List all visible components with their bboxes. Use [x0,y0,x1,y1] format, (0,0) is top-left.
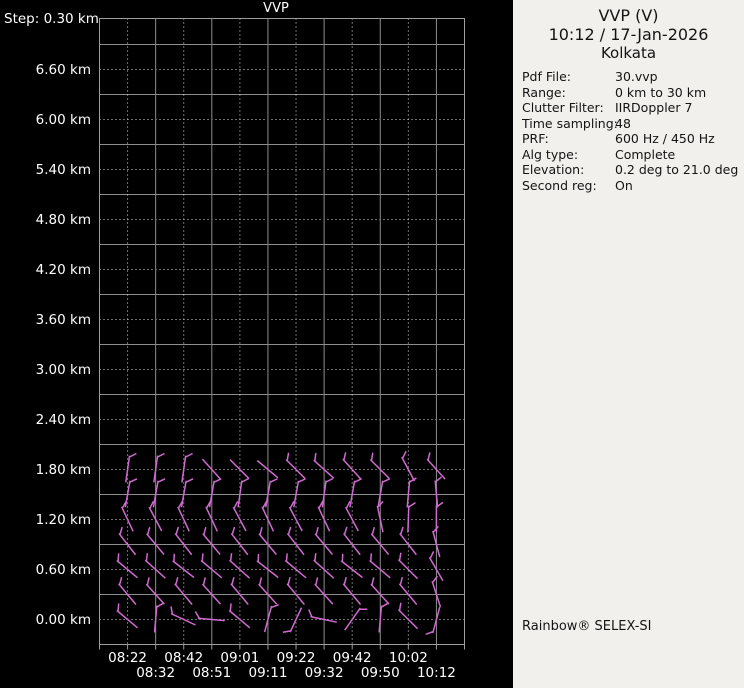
wind-barb [425,606,441,636]
axis-ticks [99,644,465,650]
y-axis-label: 2.40 km [35,411,91,428]
info-label: Second reg: [522,177,597,193]
y-axis-label: 3.60 km [35,311,91,328]
y-axis-label: 0.00 km [35,611,91,628]
panel-title: VVP (V) [598,6,659,25]
wind-barb [308,609,337,623]
wind-barb [152,478,166,508]
y-axis-label: 6.60 km [35,61,91,78]
info-value: 48 [615,115,631,131]
x-axis-label: 09:42 [332,650,372,666]
wind-barb [170,606,196,626]
x-axis-label: 09:22 [276,650,316,666]
info-value: IIRDoppler 7 [615,100,693,115]
x-axis-label: 09:32 [304,665,344,681]
wind-barb [377,478,391,508]
grid-layer [99,18,465,645]
vvp-plot [99,18,465,650]
chart-title: VVP [263,1,289,16]
x-axis-label: 10:12 [416,665,456,681]
app-window: Step: 0.30 km VVP 6.60 km 6.00 km 5.40 km 4… [0,0,744,688]
y-axis-label: 6.00 km [35,111,91,128]
info-label: Range: [522,84,566,100]
wind-barb [340,553,363,579]
info-row: Second reg: On [522,178,740,194]
wind-barb [180,478,194,508]
info-label: Elevation: [522,162,585,177]
y-axis-label: 4.20 km [35,261,91,278]
x-axis-label: 08:22 [108,650,148,666]
wind-barb [124,478,138,508]
y-axis-label: 1.20 km [35,511,91,528]
wind-barb [125,452,137,483]
y-axis-label: 4.80 km [35,211,91,228]
info-label: Clutter Filter: [522,100,604,115]
info-label: PRF: [522,131,549,146]
x-axis-label: 09:11 [248,665,288,681]
info-value: Complete [615,146,676,162]
y-axis-label: 5.40 km [35,161,91,178]
info-row: Pdf File: 30.vvp [522,69,740,85]
wind-barb [263,603,279,633]
x-axis-label: 10:02 [388,650,428,666]
y-axis-label: 3.00 km [35,361,91,378]
wind-barbs-layer [116,450,446,636]
info-row: Range: 0 km to 30 km [522,85,740,101]
info-label: Time sampling: [522,115,618,131]
x-axis-label: 08:42 [164,650,204,666]
wind-barb [293,478,306,508]
wind-barb [349,478,362,508]
y-axis-label: 0.60 km [35,561,91,578]
x-axis-label: 09:50 [360,665,400,681]
wind-barb [208,478,222,508]
x-axis-label: 08:32 [136,665,176,681]
info-value: 600 Hz / 450 Hz [615,131,715,146]
wind-barb [229,459,250,480]
wind-barb [407,502,416,533]
info-row: Alg type: Complete [522,147,740,163]
panel-datetime: 10:12 / 17-Jan-2026 [548,25,709,44]
info-value: 0.2 deg to 21.0 deg [615,162,739,177]
info-value: 30.vvp [615,69,658,84]
wind-barb [264,478,278,508]
panel-site: Kolkata [600,44,657,62]
panel-header: VVP (V) 10:12 / 17-Jan-2026 Kolkata [513,0,744,63]
wind-barb [284,553,307,579]
x-axis-label: 09:01 [220,650,260,666]
info-row: PRF: 600 Hz / 450 Hz [522,131,740,147]
wind-barb [181,452,193,483]
brand-label: Rainbow® SELEX-SI [522,619,652,634]
wind-barb [401,450,416,482]
x-axis-label: 08:51 [192,665,232,681]
wind-barb [228,553,251,579]
wind-barb [172,553,195,579]
wind-barb [116,553,139,579]
plot-frame [99,18,465,645]
info-row: Elevation: 0.2 deg to 21.0 deg [522,162,740,178]
info-row: Clutter Filter: IIRDoppler 7 [522,100,740,116]
y-axis-label: 1.80 km [35,461,91,478]
info-label: Alg type: [522,146,579,162]
info-value: On [615,177,633,193]
step-label: Step: 0.30 km [4,11,99,27]
chart-region: Step: 0.30 km VVP 6.60 km 6.00 km 5.40 km 4… [0,0,513,688]
info-label: Pdf File: [522,69,571,84]
info-list: Pdf File: 30.vvp Range: 0 km to 30 km Cl… [522,69,740,193]
info-row: Time sampling: 48 [522,116,740,132]
side-panel: VVP (V) 10:12 / 17-Jan-2026 Kolkata Pdf … [513,0,744,688]
info-value: 0 km to 30 km [615,84,707,100]
